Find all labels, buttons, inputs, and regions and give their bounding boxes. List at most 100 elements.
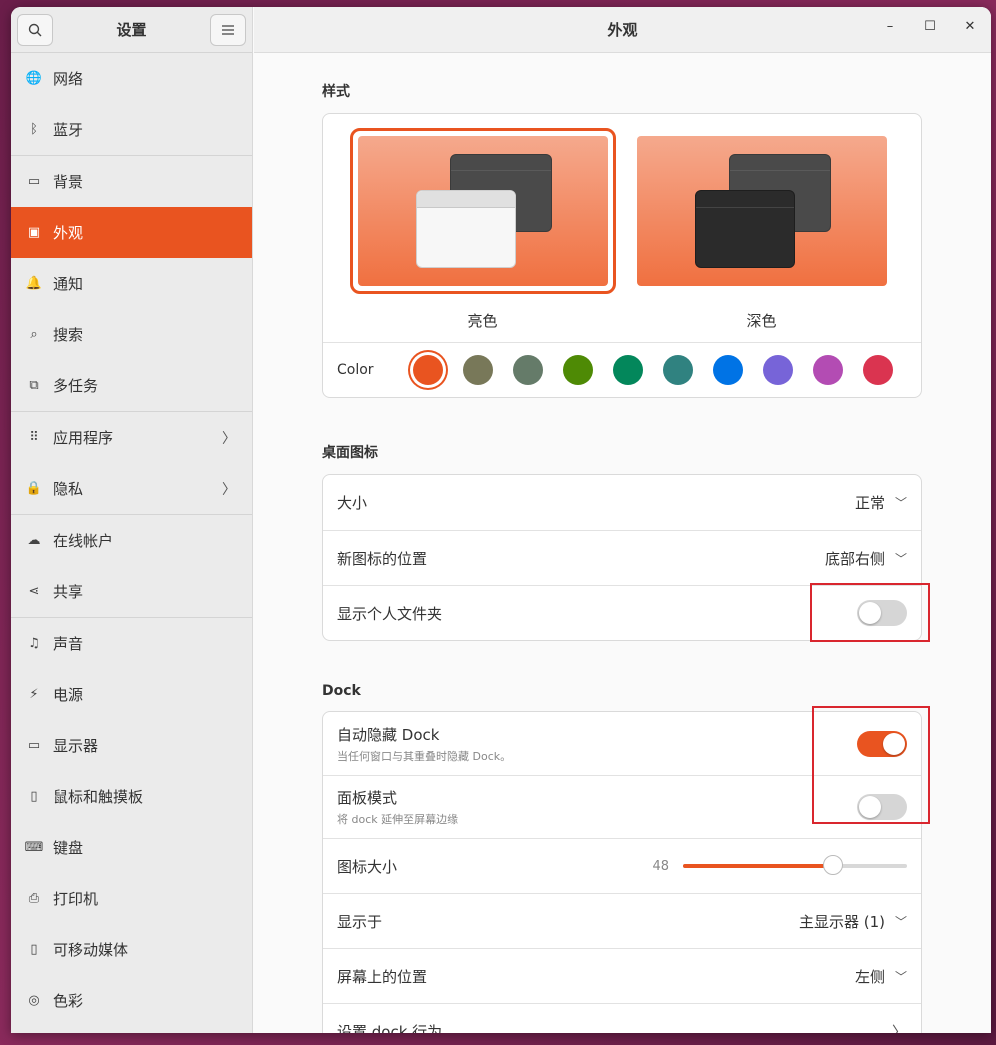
color-swatch-6[interactable]: [713, 355, 743, 385]
sidebar-item-label: 显示器: [53, 737, 99, 755]
theme-dark[interactable]: 深色: [629, 128, 895, 342]
theme-light-preview[interactable]: [349, 128, 616, 294]
color-label: Color: [337, 362, 374, 378]
theme-light[interactable]: 亮色: [349, 128, 616, 342]
icon-size-row[interactable]: 大小 正常 ﹀: [323, 475, 921, 530]
sidebar-item-label: 在线帐户: [53, 532, 114, 550]
chevron-down-icon: ﹀: [894, 914, 907, 929]
sidebar-item-power[interactable]: ⚡ 电源: [11, 669, 252, 720]
screen-position-dropdown[interactable]: 左侧 ﹀: [855, 966, 907, 987]
sidebar-item-label: 共享: [53, 583, 84, 601]
sidebar-item-bluetooth[interactable]: ᛒ 蓝牙: [11, 104, 252, 155]
dark-preview-image: [636, 136, 887, 286]
minimize-button[interactable]: –: [881, 19, 899, 34]
appearance-icon: ▣: [27, 225, 41, 240]
show-on-dropdown[interactable]: 主显示器 (1) ﹀: [799, 911, 907, 932]
color-swatch-3[interactable]: [563, 355, 593, 385]
new-icon-position-dropdown[interactable]: 底部右侧 ﹀: [825, 548, 907, 569]
theme-light-label: 亮色: [467, 312, 498, 330]
menu-button[interactable]: [209, 13, 246, 46]
lock-icon: 🔒: [25, 481, 43, 496]
sidebar-item-label: 外观: [53, 224, 84, 242]
annotation-box-dock: [812, 706, 930, 824]
usb-icon: ▯: [30, 942, 38, 957]
color-swatch-2[interactable]: [513, 355, 543, 385]
annotation-box-home: [810, 583, 930, 642]
row-label: 屏幕上的位置: [337, 967, 428, 986]
color-swatch-4[interactable]: [613, 355, 643, 385]
sidebar-item-label: 声音: [53, 635, 84, 653]
sidebar-title: 设置: [116, 21, 147, 39]
sidebar-item-mouse[interactable]: ▯ 鼠标和触摸板: [11, 771, 252, 822]
sidebar-item-keyboard[interactable]: ⌨ 键盘: [11, 822, 252, 873]
sidebar-header: 设置: [11, 7, 252, 53]
sidebar-item-online-accounts[interactable]: ☁ 在线帐户: [11, 515, 252, 566]
printer-icon: ⎙: [28, 891, 40, 906]
sidebar-item-label: 搜索: [53, 326, 84, 344]
dock-behavior-row[interactable]: 设置 dock 行为 〉: [323, 1003, 921, 1033]
sidebar-item-notifications[interactable]: 🔔 通知: [11, 258, 252, 309]
keyboard-icon: ⌨: [24, 840, 44, 855]
chevron-right-icon: 〉: [222, 481, 236, 498]
grid-icon: ⠿: [29, 430, 39, 445]
sidebar-item-label: 隐私: [53, 480, 84, 498]
sidebar-item-background[interactable]: ▭ 背景: [11, 156, 252, 207]
slider-value: 48: [652, 858, 669, 874]
preview-front-window: [694, 190, 795, 268]
icon-size-dropdown[interactable]: 正常 ﹀: [855, 492, 907, 513]
sidebar-item-color[interactable]: ◎ 色彩: [11, 975, 252, 1026]
chevron-right-icon: 〉: [222, 430, 236, 447]
theme-dark-label: 深色: [746, 312, 777, 330]
show-on-row[interactable]: 显示于 主显示器 (1) ﹀: [323, 893, 921, 948]
sidebar-item-applications[interactable]: ⠿ 应用程序 〉: [11, 412, 252, 463]
multitask-icon: ⧉: [29, 378, 39, 393]
dropdown-value: 主显示器 (1): [798, 912, 885, 931]
color-swatch-8[interactable]: [813, 355, 843, 385]
color-swatch-0[interactable]: [413, 355, 443, 385]
main-panel: 外观 – ☐ ✕ 样式 亮色 深色 Color 桌面图标 大小 正常 ﹀ 新图标…: [254, 7, 991, 1033]
sidebar-item-label: 通知: [53, 275, 84, 293]
chevron-down-icon: ﹀: [894, 969, 907, 984]
new-icon-position-row[interactable]: 新图标的位置 底部右侧 ﹀: [323, 530, 921, 585]
sidebar-item-multitasking[interactable]: ⧉ 多任务: [11, 360, 252, 411]
row-text: 面板模式 将 dock 延伸至屏幕边缘: [337, 787, 458, 827]
mouse-icon: ▯: [30, 789, 38, 804]
share-icon: ⋖: [28, 584, 40, 599]
row-subtitle: 当任何窗口与其重叠时隐藏 Dock。: [337, 749, 512, 763]
close-button[interactable]: ✕: [961, 19, 979, 34]
color-swatch-7[interactable]: [763, 355, 793, 385]
theme-options: 亮色 深色: [323, 114, 921, 342]
sidebar-item-printers[interactable]: ⎙ 打印机: [11, 873, 252, 924]
sidebar-item-search[interactable]: ⌕ 搜索: [11, 309, 252, 360]
icon-size-slider[interactable]: [683, 855, 907, 875]
sidebar-item-displays[interactable]: ▭ 显示器: [11, 720, 252, 771]
light-preview-image: [357, 136, 608, 286]
sidebar-item-label: 电源: [53, 686, 84, 704]
display-icon: ▭: [27, 738, 41, 753]
slider-wrap: 48: [652, 855, 907, 875]
sidebar-item-removable-media[interactable]: ▯ 可移动媒体: [11, 924, 252, 975]
style-card: 亮色 深色 Color: [322, 113, 922, 398]
sidebar-item-appearance[interactable]: ▣ 外观: [11, 207, 252, 258]
dropdown-value: 底部右侧: [824, 549, 885, 568]
row-label: 面板模式: [337, 789, 398, 807]
maximize-button[interactable]: ☐: [921, 19, 939, 34]
color-swatch-1[interactable]: [463, 355, 493, 385]
slider-thumb[interactable]: [823, 855, 844, 875]
sidebar-item-sharing[interactable]: ⋖ 共享: [11, 566, 252, 617]
sidebar-item-sound[interactable]: ♫ 声音: [11, 618, 252, 669]
row-label: 显示于: [337, 912, 383, 931]
color-swatch-9[interactable]: [863, 355, 893, 385]
row-text: 自动隐藏 Dock 当任何窗口与其重叠时隐藏 Dock。: [337, 724, 511, 764]
color-swatch-5[interactable]: [663, 355, 693, 385]
cloud-icon: ☁: [27, 533, 41, 548]
search-icon: ⌕: [30, 327, 38, 342]
sidebar-item-privacy[interactable]: 🔒 隐私 〉: [11, 463, 252, 514]
screen-position-row[interactable]: 屏幕上的位置 左侧 ﹀: [323, 948, 921, 1003]
search-button[interactable]: [17, 13, 53, 46]
sidebar-item-network[interactable]: 🌐 网络: [11, 53, 252, 104]
row-label: 大小: [337, 494, 368, 512]
sidebar-item-label: 背景: [53, 173, 84, 191]
theme-dark-preview[interactable]: [629, 128, 895, 294]
section-title-desktop-icons: 桌面图标: [322, 445, 378, 461]
